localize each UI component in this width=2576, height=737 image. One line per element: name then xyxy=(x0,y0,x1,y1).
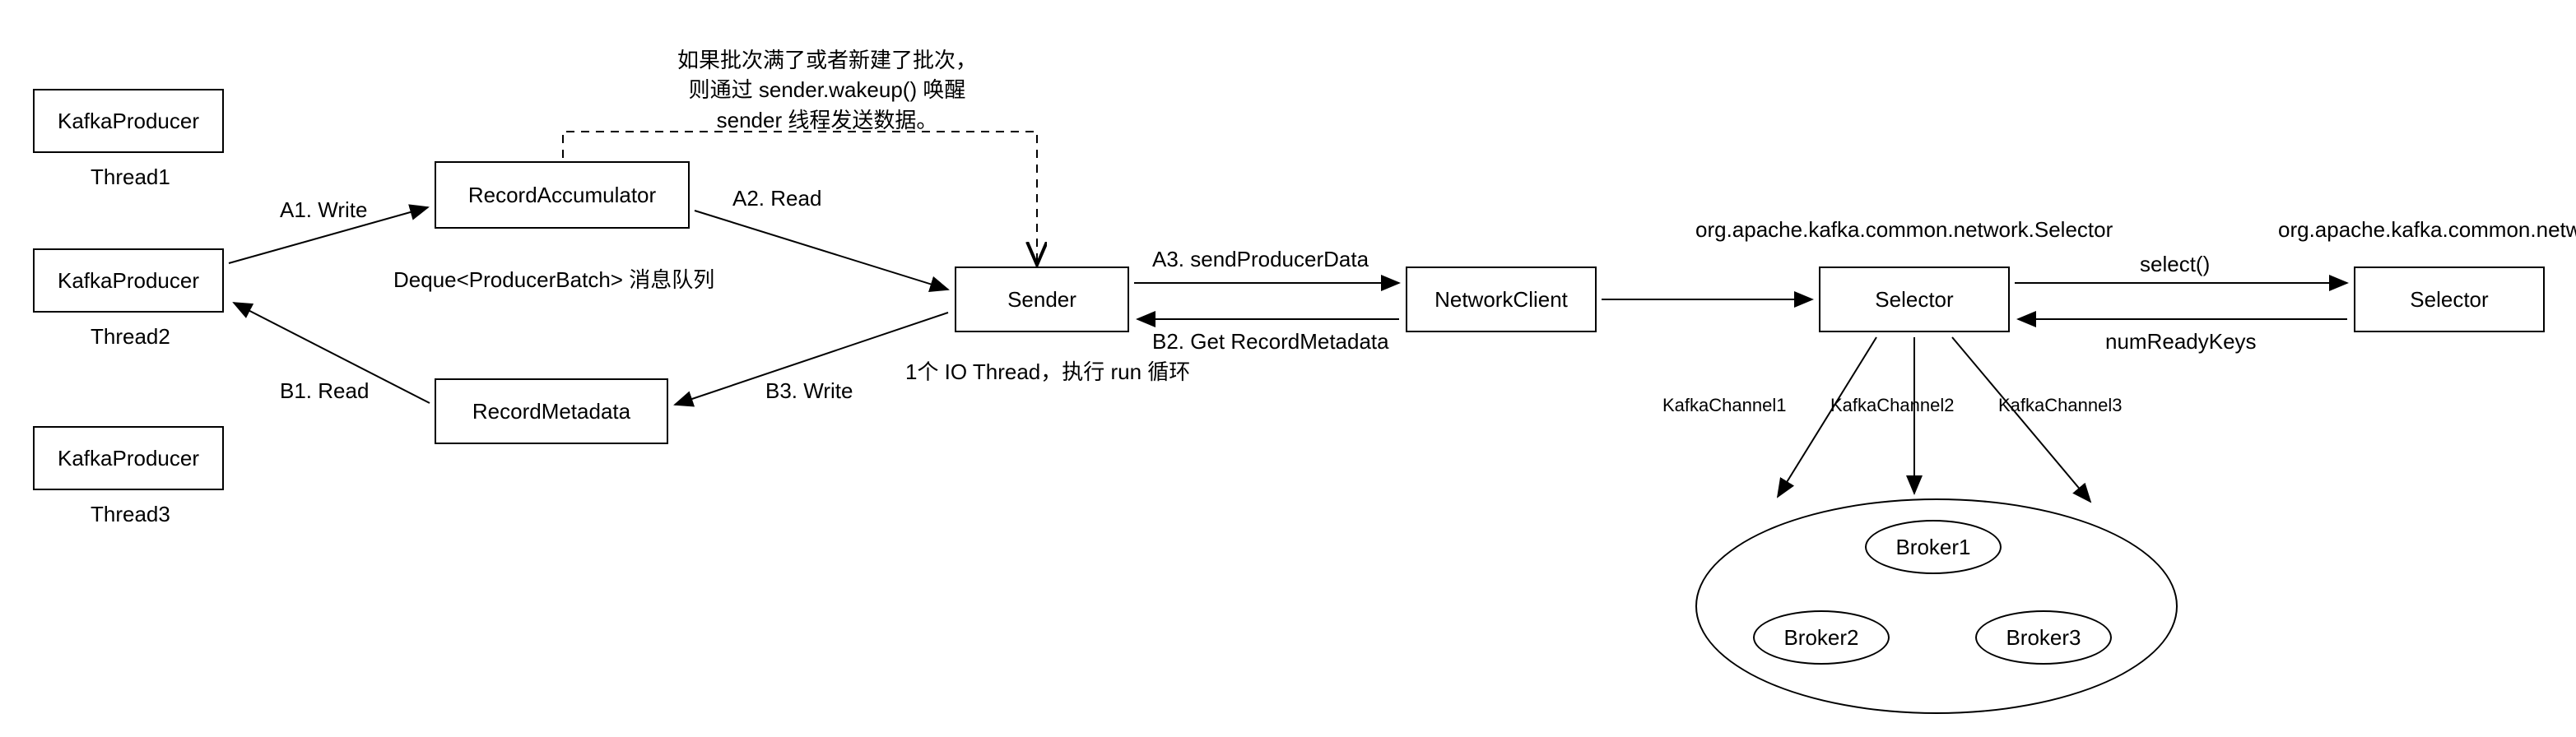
a3-label: A3. sendProducerData xyxy=(1152,247,1369,272)
b2-label: B2. Get RecordMetadata xyxy=(1152,329,1389,355)
numreadykeys-label: numReadyKeys xyxy=(2105,329,2257,355)
selector1-label: Selector xyxy=(1875,287,1953,313)
arrows-layer xyxy=(0,0,2576,737)
selector2-label: Selector xyxy=(2410,287,2488,313)
annotation-line2: 则通过 sender.wakeup() 唤醒 xyxy=(634,75,1021,104)
a2-label: A2. Read xyxy=(732,186,821,211)
thread2-label: Thread2 xyxy=(91,324,170,350)
kafkaproducer-1-label: KafkaProducer xyxy=(58,109,199,134)
record-accumulator-box: RecordAccumulator xyxy=(435,161,690,229)
select-label: select() xyxy=(2140,252,2210,277)
selector1-box: Selector xyxy=(1819,267,2010,332)
record-metadata-label: RecordMetadata xyxy=(472,399,630,424)
channel1-label: KafkaChannel1 xyxy=(1662,395,1786,416)
selector2-header: org.apache.kafka.common.network.Selector xyxy=(2278,217,2576,243)
sender-label: Sender xyxy=(1007,287,1076,313)
broker3-label: Broker3 xyxy=(2006,625,2081,651)
sender-note: 1个 IO Thread，执行 run 循环 xyxy=(905,355,1190,386)
broker1-label: Broker1 xyxy=(1895,535,1970,560)
broker1: Broker1 xyxy=(1865,520,2002,574)
broker2: Broker2 xyxy=(1753,610,1890,665)
annotation-text: 如果批次满了或者新建了批次， 则通过 sender.wakeup() 唤醒 se… xyxy=(634,45,1021,135)
channel2-label: KafkaChannel2 xyxy=(1830,395,1954,416)
kafkaproducer-3-box: KafkaProducer xyxy=(33,426,224,490)
record-metadata-box: RecordMetadata xyxy=(435,378,668,444)
thread3-label: Thread3 xyxy=(91,502,170,527)
annotation-line3: sender 线程发送数据。 xyxy=(634,105,1021,135)
deque-note: Deque<ProducerBatch> 消息队列 xyxy=(393,263,714,294)
kafkaproducer-3-label: KafkaProducer xyxy=(58,446,199,471)
record-accumulator-label: RecordAccumulator xyxy=(468,183,656,208)
channel3-label: KafkaChannel3 xyxy=(1998,395,2122,416)
selector2-box: Selector xyxy=(2354,267,2545,332)
annotation-line1: 如果批次满了或者新建了批次， xyxy=(634,45,1021,75)
broker2-label: Broker2 xyxy=(1783,625,1858,651)
b3-label: B3. Write xyxy=(765,378,853,404)
a1-label: A1. Write xyxy=(280,197,367,223)
kafkaproducer-1-box: KafkaProducer xyxy=(33,89,224,153)
network-client-label: NetworkClient xyxy=(1434,287,1568,313)
sender-box: Sender xyxy=(955,267,1129,332)
thread1-label: Thread1 xyxy=(91,165,170,190)
kafkaproducer-2-box: KafkaProducer xyxy=(33,248,224,313)
b1-label: B1. Read xyxy=(280,378,369,404)
selector1-header: org.apache.kafka.common.network.Selector xyxy=(1695,217,2113,243)
kafkaproducer-2-label: KafkaProducer xyxy=(58,268,199,294)
network-client-box: NetworkClient xyxy=(1406,267,1597,332)
broker3: Broker3 xyxy=(1975,610,2112,665)
